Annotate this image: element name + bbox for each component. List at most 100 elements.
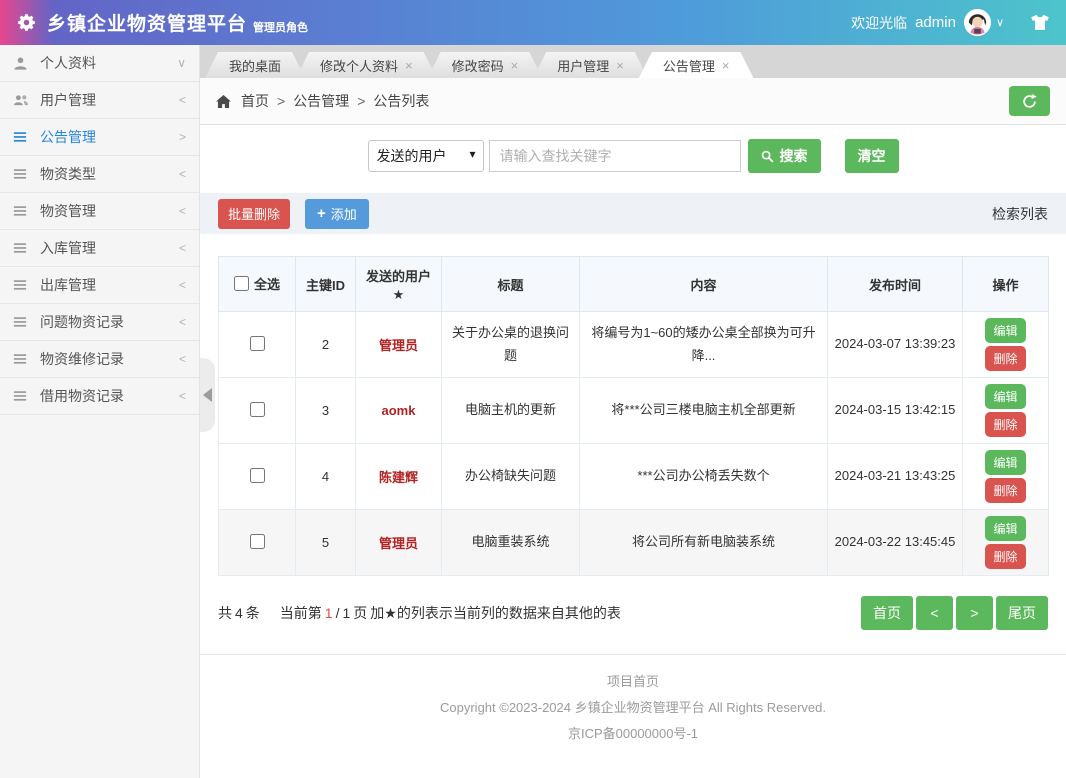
refresh-icon (1021, 93, 1038, 110)
row-checkbox[interactable] (249, 401, 265, 417)
edit-button[interactable]: 编辑 (985, 318, 1026, 343)
search-field-select[interactable]: 发送的用户 (367, 140, 484, 172)
breadcrumb-home[interactable]: 首页 (241, 91, 269, 111)
search-row: 发送的用户 ▾ 搜索 清空 (200, 139, 1066, 173)
menu-icon (13, 204, 33, 218)
menu-icon (13, 130, 33, 144)
current-page: 1 (324, 605, 333, 621)
sidebar-item-8[interactable]: 物资维修记录 < (0, 341, 199, 378)
role-badge: 管理员角色 (253, 22, 309, 34)
breadcrumb: 首页 > 公告管理 > 公告列表 (200, 78, 1066, 125)
sidebar-item-6[interactable]: 出库管理 < (0, 267, 199, 304)
pagination: 共 4 条当前第 1/1 页加★的列表示当前列的数据来自其他的表 首页 < > 尾页 (200, 576, 1066, 630)
page-next-button[interactable]: > (956, 596, 993, 630)
search-button[interactable]: 搜索 (747, 139, 821, 173)
edit-button[interactable]: 编辑 (985, 450, 1026, 475)
row-checkbox[interactable] (249, 467, 265, 483)
batch-delete-button[interactable]: 批量删除 (218, 198, 291, 229)
theme-tshirt-icon[interactable] (1030, 14, 1050, 31)
tab-1[interactable]: 修改个人资料 × (296, 52, 437, 78)
row-actions: 编辑 删除 (962, 311, 1049, 378)
close-icon[interactable]: × (616, 59, 624, 72)
menu-icon (13, 167, 33, 181)
row-actions: 编辑 删除 (962, 443, 1049, 510)
sidebar-item-0[interactable]: 个人资料 ∨ (0, 45, 199, 82)
sidebar-item-label: 问题物资记录 (40, 314, 124, 330)
row-content: 将编号为1~60的矮办公桌全部换为可升降... (579, 311, 828, 378)
row-time: 2024-03-21 13:43:25 (827, 443, 963, 510)
sidebar-item-3[interactable]: 物资类型 < (0, 156, 199, 193)
table-row: 5 管理员 电脑重装系统 将公司所有新电脑装系统 2024-03-22 13:45:45… (218, 509, 1049, 576)
row-content: ***公司办公椅丢失数个 (579, 443, 828, 510)
main-panel: 我的桌面 修改个人资料 × 修改密码 × 用户管理 × 公告管理 × 首页 > 公告管理 > 公… (200, 45, 1066, 778)
tab-label: 公告管理 (662, 58, 715, 74)
row-id: 3 (295, 377, 356, 444)
sidebar-item-2[interactable]: 公告管理 > (0, 119, 199, 156)
page-prev-button[interactable]: < (916, 596, 953, 630)
close-icon[interactable]: × (405, 59, 413, 72)
chevron-down-icon: ∨ (995, 17, 1004, 29)
page-first-button[interactable]: 首页 (861, 596, 913, 630)
select-all-checkbox[interactable] (233, 276, 249, 291)
delete-button[interactable]: 删除 (985, 544, 1026, 569)
refresh-button[interactable] (1009, 86, 1050, 116)
sidebar-item-label: 入库管理 (40, 240, 96, 256)
avatar[interactable] (963, 9, 991, 36)
welcome-text: 欢迎光临 (851, 14, 908, 31)
sidebar-item-4[interactable]: 物资管理 < (0, 193, 199, 230)
sidebar-item-5[interactable]: 入库管理 < (0, 230, 199, 267)
chevron-icon: < (178, 352, 186, 366)
column-header: 发布时间 (827, 256, 963, 312)
delete-button[interactable]: 删除 (985, 478, 1026, 503)
announcement-table: 全选 主键ID 发送的用户 ★ 标题 内容 发布时间 操作 2 管理员 关于办公桌的退换问题 将编… (218, 256, 1049, 576)
row-checkbox[interactable] (249, 335, 265, 351)
chevron-icon: < (178, 278, 186, 292)
sidebar-item-label: 用户管理 (40, 92, 96, 108)
close-icon[interactable]: × (511, 59, 519, 72)
table-row: 3 aomk 电脑主机的更新 将***公司三楼电脑主机全部更新 2024-03-15 1… (218, 377, 1049, 444)
tab-0[interactable]: 我的桌面 (205, 52, 305, 78)
clear-button[interactable]: 清空 (844, 139, 899, 173)
tab-4[interactable]: 公告管理 × (639, 52, 754, 78)
sidebar-item-label: 个人资料 (40, 55, 96, 71)
delete-button[interactable]: 删除 (985, 412, 1026, 437)
row-user: aomk (355, 377, 442, 444)
add-button[interactable]: + 添加 (305, 198, 369, 229)
row-content: 将***公司三楼电脑主机全部更新 (579, 377, 828, 444)
sidebar-item-9[interactable]: 借用物资记录 < (0, 378, 199, 415)
menu-icon (13, 278, 33, 292)
close-icon[interactable]: × (722, 59, 730, 72)
breadcrumb-current: 公告列表 (373, 93, 430, 109)
row-user: 管理员 (355, 509, 442, 576)
delete-button[interactable]: 删除 (985, 346, 1026, 371)
plus-icon: + (317, 205, 326, 222)
users-icon (13, 93, 33, 107)
menu-icon (13, 241, 33, 255)
table-row: 4 陈建辉 办公椅缺失问题 ***公司办公椅丢失数个 2024-03-21 13:43:… (218, 443, 1049, 510)
search-button-label: 搜索 (779, 148, 808, 164)
sidebar-item-label: 物资类型 (40, 166, 96, 182)
tab-3[interactable]: 用户管理 × (533, 52, 648, 78)
sidebar-item-7[interactable]: 问题物资记录 < (0, 304, 199, 341)
breadcrumb-section[interactable]: 公告管理 (293, 91, 349, 111)
tab-2[interactable]: 修改密码 × (428, 52, 543, 78)
row-checkbox[interactable] (249, 533, 265, 549)
chevron-icon: < (178, 167, 186, 181)
chevron-icon: < (178, 241, 186, 255)
table-row: 2 管理员 关于办公桌的退换问题 将编号为1~60的矮办公桌全部换为可升降... 202… (218, 311, 1049, 378)
toolbar: 批量删除 + 添加 检索列表 (200, 193, 1066, 234)
column-header: 操作 (962, 256, 1049, 312)
search-input[interactable] (488, 140, 741, 172)
row-user: 陈建辉 (355, 443, 442, 510)
username[interactable]: admin (915, 14, 956, 31)
row-title: 办公椅缺失问题 (441, 443, 580, 510)
sidebar-item-1[interactable]: 用户管理 < (0, 82, 199, 119)
row-actions: 编辑 删除 (962, 377, 1049, 444)
edit-button[interactable]: 编辑 (985, 516, 1026, 541)
page-last-button[interactable]: 尾页 (996, 596, 1048, 630)
sidebar-collapse-handle[interactable] (200, 358, 215, 432)
tab-label: 修改密码 (451, 58, 504, 74)
footer-project-link[interactable]: 项目首页 (200, 669, 1066, 695)
edit-button[interactable]: 编辑 (985, 384, 1026, 409)
home-icon (216, 94, 231, 108)
